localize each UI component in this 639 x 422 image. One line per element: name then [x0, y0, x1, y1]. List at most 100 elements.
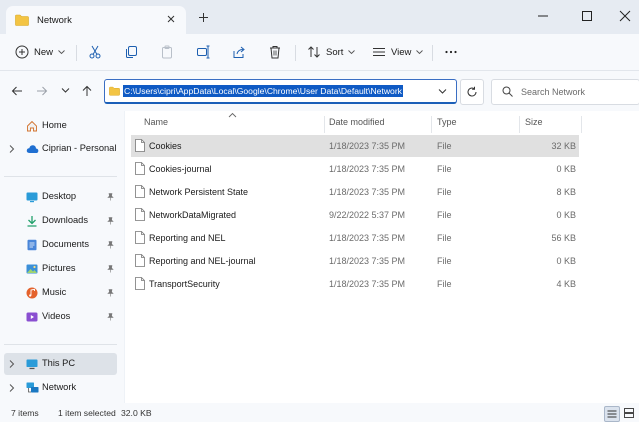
table-row[interactable]: NetworkDataMigrated 9/22/2022 5:37 PM Fi… [131, 204, 579, 226]
up-icon[interactable] [81, 85, 93, 97]
file-date: 1/18/2023 7:35 PM [329, 141, 406, 151]
sort-button[interactable]: Sort [307, 43, 356, 61]
chevron-right-icon[interactable] [9, 384, 15, 392]
search-placeholder: Search Network [521, 87, 586, 97]
more-button[interactable] [444, 43, 458, 61]
column-divider[interactable] [519, 116, 520, 133]
folder-icon [109, 86, 120, 96]
file-icon [135, 254, 145, 267]
pin-icon [107, 289, 114, 297]
folder-icon [15, 14, 29, 26]
view-button[interactable]: View [372, 43, 424, 61]
file-icon [135, 162, 145, 175]
table-row[interactable]: Reporting and NEL 1/18/2023 7:35 PM File… [131, 227, 579, 249]
chevron-down-icon[interactable] [438, 88, 447, 95]
file-icon [135, 139, 145, 152]
file-name: Cookies-journal [149, 164, 212, 174]
column-divider[interactable] [431, 116, 432, 133]
table-row[interactable]: Cookies-journal 1/18/2023 7:35 PM File 0… [131, 158, 579, 180]
column-header-date[interactable]: Date modified [329, 117, 385, 133]
minimize-icon[interactable] [536, 9, 550, 23]
tiles-view-icon [624, 408, 634, 418]
search-box[interactable]: Search Network [491, 79, 639, 105]
chevron-down-icon [416, 49, 424, 55]
rename-button[interactable] [196, 43, 210, 61]
column-divider[interactable] [324, 116, 325, 133]
sidebar-item-label: This PC [42, 358, 76, 368]
file-date: 1/18/2023 7:35 PM [329, 256, 406, 266]
file-date: 1/18/2023 7:35 PM [329, 279, 406, 289]
toolbar-divider [295, 45, 296, 61]
table-row[interactable]: Reporting and NEL-journal 1/18/2023 7:35… [131, 250, 579, 272]
music-icon [26, 287, 38, 299]
file-date: 1/18/2023 7:35 PM [329, 233, 406, 243]
table-row[interactable]: Network Persistent State 1/18/2023 7:35 … [131, 181, 579, 203]
documents-icon [26, 239, 38, 251]
sidebar-divider [4, 344, 117, 345]
delete-icon [268, 45, 282, 59]
tab-network[interactable]: Network [6, 6, 186, 34]
sidebar-item-network[interactable]: Network [0, 377, 124, 399]
close-icon[interactable] [166, 14, 176, 24]
chevron-right-icon[interactable] [9, 360, 15, 368]
sidebar-item-label: Home [42, 120, 67, 130]
address-bar[interactable]: C:\Users\cipri\AppData\Local\Google\Chro… [104, 79, 457, 104]
close-window-icon[interactable] [618, 9, 632, 23]
more-icon [444, 45, 458, 59]
status-bar: 7 items 1 item selected 32.0 KB [0, 403, 639, 422]
column-divider[interactable] [581, 116, 582, 133]
sidebar-item-videos[interactable]: Videos [0, 306, 124, 328]
chevron-down-icon [58, 49, 65, 55]
sidebar-item-this-pc[interactable]: This PC [4, 353, 117, 375]
file-icon [135, 185, 145, 198]
recent-locations-icon[interactable] [61, 87, 70, 94]
file-type: File [437, 210, 452, 220]
address-path[interactable]: C:\Users\cipri\AppData\Local\Google\Chro… [123, 85, 403, 97]
view-label: View [391, 46, 412, 58]
maximize-icon[interactable] [580, 9, 594, 23]
refresh-button[interactable] [460, 79, 484, 105]
status-selection-size: 32.0 KB [121, 408, 152, 418]
sidebar-item-onedrive[interactable]: Ciprian - Personal [0, 138, 124, 160]
pin-icon [107, 217, 114, 225]
column-header-size[interactable]: Size [525, 117, 543, 133]
copy-button[interactable] [124, 43, 138, 61]
command-bar: New Sort View [0, 34, 639, 71]
sidebar-item-label: Downloads [42, 215, 88, 225]
file-name: NetworkDataMigrated [149, 210, 237, 220]
search-icon [502, 86, 513, 97]
sidebar-item-pictures[interactable]: Pictures [0, 258, 124, 280]
sidebar-item-music[interactable]: Music [0, 282, 124, 304]
sidebar-item-desktop[interactable]: Desktop [0, 186, 124, 208]
forward-icon[interactable] [36, 85, 48, 97]
tiles-view-button[interactable] [622, 406, 636, 420]
back-icon[interactable] [11, 85, 23, 97]
toolbar-divider [432, 45, 433, 61]
sidebar-item-label: Music [42, 287, 67, 297]
table-row[interactable]: Cookies 1/18/2023 7:35 PM File 32 KB [131, 135, 579, 157]
file-name: Reporting and NEL-journal [149, 256, 256, 266]
new-button[interactable]: New [15, 43, 65, 61]
chevron-right-icon[interactable] [9, 145, 15, 153]
table-row[interactable]: TransportSecurity 1/18/2023 7:35 PM File… [131, 273, 579, 295]
paste-button[interactable] [160, 43, 174, 61]
address-row: C:\Users\cipri\AppData\Local\Google\Chro… [0, 71, 639, 111]
navigation-pane: Home Ciprian - Personal Desktop Download… [0, 111, 124, 403]
plus-icon[interactable] [198, 12, 209, 23]
file-icon [135, 231, 145, 244]
column-header-type[interactable]: Type [437, 117, 457, 133]
sidebar-item-documents[interactable]: Documents [0, 234, 124, 256]
file-type: File [437, 187, 452, 197]
sidebar-item-label: Network [42, 382, 77, 392]
chevron-down-icon [348, 49, 356, 55]
cut-button[interactable] [88, 43, 102, 61]
sidebar-item-downloads[interactable]: Downloads [0, 210, 124, 232]
sidebar-item-home[interactable]: Home [0, 115, 124, 137]
delete-button[interactable] [268, 43, 282, 61]
status-selection: 1 item selected [58, 408, 116, 418]
details-view-button[interactable] [604, 406, 620, 422]
share-button[interactable] [232, 43, 246, 61]
file-list: Name Date modified Type Size Cookies 1/1… [125, 111, 639, 403]
column-header-name[interactable]: Name [144, 117, 168, 133]
pictures-icon [26, 263, 38, 275]
